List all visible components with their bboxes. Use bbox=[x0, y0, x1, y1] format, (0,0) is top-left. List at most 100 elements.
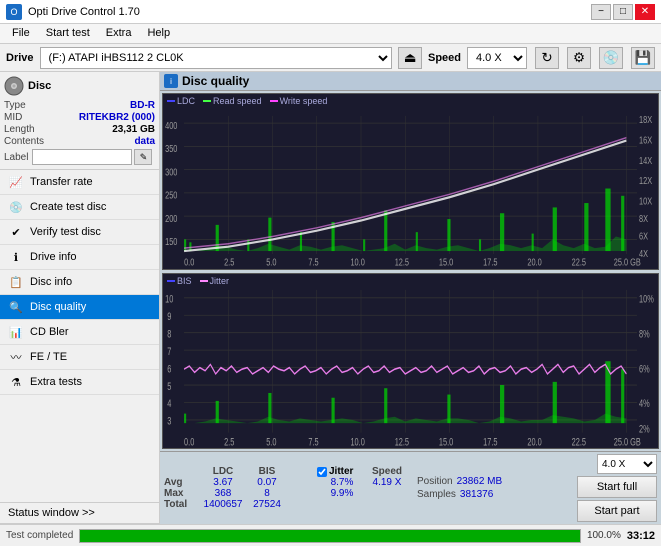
charts-wrapper: LDC Read speed Write speed bbox=[160, 91, 661, 451]
speed-dropdown[interactable]: 4.0 X bbox=[597, 454, 657, 474]
start-full-button[interactable]: Start full bbox=[577, 476, 657, 498]
sidebar-item-create-test-disc[interactable]: 💿 Create test disc bbox=[0, 195, 159, 220]
create-test-disc-icon: 💿 bbox=[8, 199, 24, 215]
svg-text:6X: 6X bbox=[639, 230, 648, 241]
ldc-header: LDC bbox=[199, 466, 247, 477]
sidebar-item-verify-test-disc[interactable]: ✔ Verify test disc bbox=[0, 220, 159, 245]
minimize-button[interactable]: − bbox=[591, 4, 611, 20]
max-bis: 8 bbox=[247, 488, 287, 499]
svg-text:8: 8 bbox=[167, 326, 171, 339]
sidebar-item-label-transfer-rate: Transfer rate bbox=[30, 176, 93, 188]
sidebar-item-label-extra-tests: Extra tests bbox=[30, 376, 82, 388]
disc-length-value: 23,31 GB bbox=[112, 124, 155, 135]
avg-speed: 4.19 X bbox=[367, 477, 407, 488]
bis-header: BIS bbox=[247, 466, 287, 477]
avg-label: Avg bbox=[164, 477, 199, 488]
svg-text:12.5: 12.5 bbox=[395, 256, 409, 267]
total-ldc: 1400657 bbox=[199, 499, 247, 510]
svg-text:200: 200 bbox=[165, 213, 177, 224]
titlebar-left: O Opti Drive Control 1.70 bbox=[6, 4, 140, 20]
disc-contents-value: data bbox=[134, 136, 155, 147]
svg-text:250: 250 bbox=[165, 190, 177, 201]
sidebar-nav: 📈 Transfer rate 💿 Create test disc ✔ Ver… bbox=[0, 170, 159, 395]
settings-button[interactable]: ⚙ bbox=[567, 47, 591, 69]
chart1-legend: LDC Read speed Write speed bbox=[167, 96, 327, 106]
position-value: 23862 MB bbox=[457, 476, 503, 487]
sidebar-item-disc-quality[interactable]: 🔍 Disc quality bbox=[0, 295, 159, 320]
disc-header-icon bbox=[4, 76, 24, 96]
disc-type-label: Type bbox=[4, 100, 26, 111]
svg-text:2.5: 2.5 bbox=[224, 434, 234, 447]
disc-length-row: Length 23,31 GB bbox=[4, 124, 155, 135]
sidebar-item-drive-info[interactable]: ℹ Drive info bbox=[0, 245, 159, 270]
svg-text:7.5: 7.5 bbox=[308, 256, 318, 267]
close-button[interactable]: ✕ bbox=[635, 4, 655, 20]
samples-row: Samples 381376 bbox=[417, 489, 573, 500]
svg-text:10.0: 10.0 bbox=[350, 434, 364, 447]
refresh-button[interactable]: ↻ bbox=[535, 47, 559, 69]
total-label: Total bbox=[164, 499, 199, 510]
sidebar-item-disc-info[interactable]: 📋 Disc info bbox=[0, 270, 159, 295]
start-part-button[interactable]: Start part bbox=[577, 500, 657, 522]
svg-text:25.0 GB: 25.0 GB bbox=[614, 256, 641, 267]
avg-ldc: 3.67 bbox=[199, 477, 247, 488]
sidebar-status: Status window >> bbox=[0, 502, 159, 524]
menu-start-test[interactable]: Start test bbox=[38, 26, 98, 41]
menu-file[interactable]: File bbox=[4, 26, 38, 41]
stats-table: LDC BIS Jitter Speed Avg 3.67 0.07 bbox=[164, 466, 407, 510]
progress-container bbox=[79, 529, 581, 543]
menu-extra[interactable]: Extra bbox=[98, 26, 140, 41]
svg-text:400: 400 bbox=[165, 120, 177, 131]
svg-text:17.5: 17.5 bbox=[483, 434, 497, 447]
jitter-label: Jitter bbox=[210, 276, 230, 286]
position-row: Position 23862 MB bbox=[417, 476, 573, 487]
svg-text:16X: 16X bbox=[639, 134, 652, 145]
svg-text:5.0: 5.0 bbox=[266, 256, 276, 267]
ldc-dot bbox=[167, 100, 175, 102]
label-input[interactable] bbox=[32, 149, 132, 165]
action-section: 4.0 X Start full Start part bbox=[577, 454, 657, 522]
svg-text:10%: 10% bbox=[639, 291, 654, 304]
bottom-bar: Test completed 100.0% 33:12 bbox=[0, 524, 661, 546]
sidebar-item-label-fe-te: FE / TE bbox=[30, 351, 67, 363]
sidebar-item-cd-bler[interactable]: 📊 CD Bler bbox=[0, 320, 159, 345]
titlebar-buttons: − □ ✕ bbox=[591, 4, 655, 20]
legend-read-speed: Read speed bbox=[203, 96, 262, 106]
burn-button[interactable]: 💿 bbox=[599, 47, 623, 69]
label-apply-button[interactable]: ✎ bbox=[134, 149, 152, 165]
disc-title: Disc bbox=[28, 80, 51, 92]
svg-text:7: 7 bbox=[167, 344, 171, 357]
svg-text:9: 9 bbox=[167, 309, 171, 322]
svg-text:22.5: 22.5 bbox=[572, 434, 586, 447]
ldc-label: LDC bbox=[177, 96, 195, 106]
refresh-icon: ↻ bbox=[541, 50, 552, 66]
fe-te-icon: 〰 bbox=[8, 349, 24, 365]
sidebar-item-label-disc-info: Disc info bbox=[30, 276, 72, 288]
drivebar: Drive (F:) ATAPI iHBS112 2 CL0K ⏏ Speed … bbox=[0, 44, 661, 72]
label-row: Label ✎ bbox=[4, 149, 155, 165]
bis-label: BIS bbox=[177, 276, 192, 286]
read-speed-label: Read speed bbox=[213, 96, 262, 106]
save-button[interactable]: 💾 bbox=[631, 47, 655, 69]
disc-panel: Disc Type BD-R MID RITEKBR2 (000) Length… bbox=[0, 72, 159, 170]
maximize-button[interactable]: □ bbox=[613, 4, 633, 20]
status-window-button[interactable]: Status window >> bbox=[0, 503, 159, 524]
disc-quality-icon: 🔍 bbox=[8, 299, 24, 315]
drive-select[interactable]: (F:) ATAPI iHBS112 2 CL0K bbox=[40, 47, 392, 69]
sidebar-item-fe-te[interactable]: 〰 FE / TE bbox=[0, 345, 159, 370]
menu-help[interactable]: Help bbox=[139, 26, 178, 41]
jitter-dot bbox=[200, 280, 208, 282]
speed-select[interactable]: 4.0 X bbox=[467, 47, 527, 69]
chart2-svg: 10 9 8 7 6 5 4 3 10% 8% 6% 4% 2% 0.0 2 bbox=[163, 274, 658, 449]
svg-text:12X: 12X bbox=[639, 175, 652, 186]
jitter-checkbox[interactable] bbox=[317, 467, 327, 477]
disc-mid-label: MID bbox=[4, 112, 22, 123]
svg-text:7.5: 7.5 bbox=[308, 434, 318, 447]
sidebar-item-transfer-rate[interactable]: 📈 Transfer rate bbox=[0, 170, 159, 195]
avg-jitter: 8.7% bbox=[317, 477, 367, 488]
eject-button[interactable]: ⏏ bbox=[398, 47, 422, 69]
svg-text:3: 3 bbox=[167, 414, 171, 427]
sidebar-item-extra-tests[interactable]: ⚗ Extra tests bbox=[0, 370, 159, 395]
eject-icon: ⏏ bbox=[404, 50, 417, 66]
legend-bis: BIS bbox=[167, 276, 192, 286]
